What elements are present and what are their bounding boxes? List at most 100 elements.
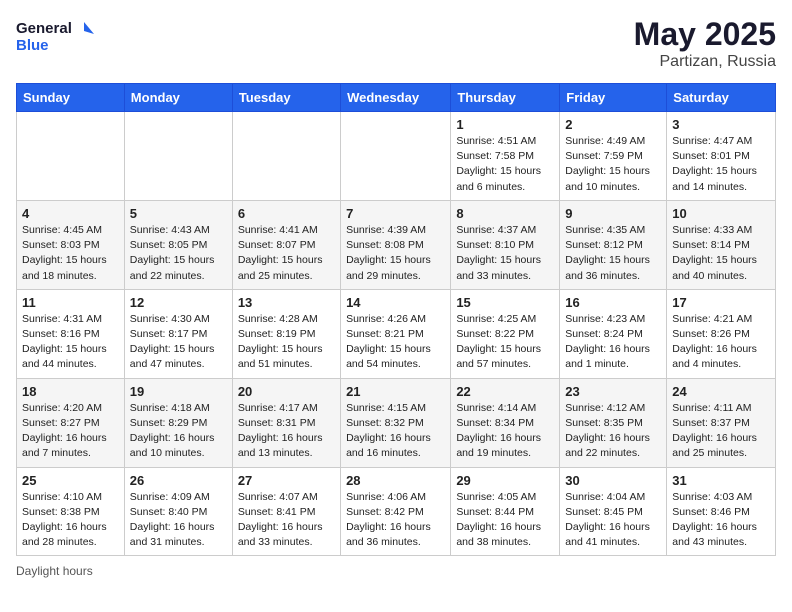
calendar-week-row: 4 Sunrise: 4:45 AM Sunset: 8:03 PM Daylig… xyxy=(17,200,776,289)
day-number: 14 xyxy=(346,295,445,310)
day-number: 24 xyxy=(672,384,770,399)
calendar-day-header: Thursday xyxy=(451,84,560,112)
day-info: Sunrise: 4:39 AM Sunset: 8:08 PM Dayligh… xyxy=(346,223,445,284)
day-number: 30 xyxy=(565,473,661,488)
day-info: Sunrise: 4:25 AM Sunset: 8:22 PM Dayligh… xyxy=(456,312,554,373)
day-number: 19 xyxy=(130,384,227,399)
day-info: Sunrise: 4:09 AM Sunset: 8:40 PM Dayligh… xyxy=(130,490,227,551)
day-number: 29 xyxy=(456,473,554,488)
footer: Daylight hours xyxy=(16,564,776,578)
calendar-cell: 4 Sunrise: 4:45 AM Sunset: 8:03 PM Daylig… xyxy=(17,200,125,289)
calendar-cell xyxy=(124,112,232,201)
daylight-hours-label: Daylight hours xyxy=(16,564,93,578)
calendar-cell: 1 Sunrise: 4:51 AM Sunset: 7:58 PM Daylig… xyxy=(451,112,560,201)
day-info: Sunrise: 4:03 AM Sunset: 8:46 PM Dayligh… xyxy=(672,490,770,551)
day-number: 3 xyxy=(672,117,770,132)
calendar-cell: 5Sunrise: 4:43 AM Sunset: 8:05 PM Daylig… xyxy=(124,200,232,289)
calendar-day-header: Wednesday xyxy=(341,84,451,112)
calendar-cell: 19 Sunrise: 4:18 AM Sunset: 8:29 PM Dayli… xyxy=(124,378,232,467)
day-number: 21 xyxy=(346,384,445,399)
day-number: 6 xyxy=(238,206,335,221)
calendar-header-row: SundayMondayTuesdayWednesdayThursdayFrid… xyxy=(17,84,776,112)
day-info: Sunrise: 4:21 AM Sunset: 8:26 PM Dayligh… xyxy=(672,312,770,373)
day-number: 1 xyxy=(456,117,554,132)
day-info: Sunrise: 4:06 AM Sunset: 8:42 PM Dayligh… xyxy=(346,490,445,551)
calendar-cell: 9Sunrise: 4:35 AM Sunset: 8:12 PM Daylig… xyxy=(560,200,667,289)
day-number: 23 xyxy=(565,384,661,399)
calendar-cell: 22Sunrise: 4:14 AM Sunset: 8:34 PM Dayli… xyxy=(451,378,560,467)
calendar-day-header: Monday xyxy=(124,84,232,112)
day-number: 7 xyxy=(346,206,445,221)
month-title: May 2025 xyxy=(634,16,776,53)
day-info: Sunrise: 4:23 AM Sunset: 8:24 PM Dayligh… xyxy=(565,312,661,373)
day-number: 20 xyxy=(238,384,335,399)
day-info: Sunrise: 4:33 AM Sunset: 8:14 PM Dayligh… xyxy=(672,223,770,284)
day-number: 26 xyxy=(130,473,227,488)
calendar-cell: 27 Sunrise: 4:07 AM Sunset: 8:41 PM Dayli… xyxy=(232,467,340,556)
day-info: Sunrise: 4:04 AM Sunset: 8:45 PM Dayligh… xyxy=(565,490,661,551)
calendar-cell: 31 Sunrise: 4:03 AM Sunset: 8:46 PM Dayli… xyxy=(667,467,776,556)
calendar-week-row: 11Sunrise: 4:31 AM Sunset: 8:16 PM Dayli… xyxy=(17,289,776,378)
day-number: 8 xyxy=(456,206,554,221)
day-number: 5 xyxy=(130,206,227,221)
calendar-cell xyxy=(341,112,451,201)
day-info: Sunrise: 4:35 AM Sunset: 8:12 PM Dayligh… xyxy=(565,223,661,284)
calendar-cell: 17 Sunrise: 4:21 AM Sunset: 8:26 PM Dayli… xyxy=(667,289,776,378)
calendar-day-header: Friday xyxy=(560,84,667,112)
calendar-cell: 2 Sunrise: 4:49 AM Sunset: 7:59 PM Daylig… xyxy=(560,112,667,201)
day-number: 12 xyxy=(130,295,227,310)
logo-svg: General Blue xyxy=(16,16,96,56)
day-info: Sunrise: 4:49 AM Sunset: 7:59 PM Dayligh… xyxy=(565,134,661,195)
day-number: 31 xyxy=(672,473,770,488)
calendar-cell: 14 Sunrise: 4:26 AM Sunset: 8:21 PM Dayli… xyxy=(341,289,451,378)
day-info: Sunrise: 4:07 AM Sunset: 8:41 PM Dayligh… xyxy=(238,490,335,551)
day-number: 10 xyxy=(672,206,770,221)
logo: General Blue xyxy=(16,16,96,56)
day-info: Sunrise: 4:45 AM Sunset: 8:03 PM Dayligh… xyxy=(22,223,119,284)
calendar-cell: 16Sunrise: 4:23 AM Sunset: 8:24 PM Dayli… xyxy=(560,289,667,378)
calendar-cell: 28 Sunrise: 4:06 AM Sunset: 8:42 PM Dayli… xyxy=(341,467,451,556)
svg-text:General: General xyxy=(16,20,72,37)
calendar-day-header: Sunday xyxy=(17,84,125,112)
day-number: 18 xyxy=(22,384,119,399)
day-number: 27 xyxy=(238,473,335,488)
page-header: General Blue May 2025 Partizan, Russia xyxy=(16,16,776,71)
day-info: Sunrise: 4:41 AM Sunset: 8:07 PM Dayligh… xyxy=(238,223,335,284)
day-info: Sunrise: 4:11 AM Sunset: 8:37 PM Dayligh… xyxy=(672,401,770,462)
calendar-cell: 25 Sunrise: 4:10 AM Sunset: 8:38 PM Dayli… xyxy=(17,467,125,556)
calendar-cell: 26 Sunrise: 4:09 AM Sunset: 8:40 PM Dayli… xyxy=(124,467,232,556)
location: Partizan, Russia xyxy=(634,53,776,71)
day-info: Sunrise: 4:51 AM Sunset: 7:58 PM Dayligh… xyxy=(456,134,554,195)
day-number: 28 xyxy=(346,473,445,488)
day-info: Sunrise: 4:26 AM Sunset: 8:21 PM Dayligh… xyxy=(346,312,445,373)
day-number: 4 xyxy=(22,206,119,221)
day-number: 25 xyxy=(22,473,119,488)
day-number: 2 xyxy=(565,117,661,132)
day-info: Sunrise: 4:20 AM Sunset: 8:27 PM Dayligh… xyxy=(22,401,119,462)
calendar-cell: 7 Sunrise: 4:39 AM Sunset: 8:08 PM Daylig… xyxy=(341,200,451,289)
calendar-cell: 8Sunrise: 4:37 AM Sunset: 8:10 PM Daylig… xyxy=(451,200,560,289)
day-info: Sunrise: 4:18 AM Sunset: 8:29 PM Dayligh… xyxy=(130,401,227,462)
day-info: Sunrise: 4:10 AM Sunset: 8:38 PM Dayligh… xyxy=(22,490,119,551)
day-info: Sunrise: 4:28 AM Sunset: 8:19 PM Dayligh… xyxy=(238,312,335,373)
calendar-table: SundayMondayTuesdayWednesdayThursdayFrid… xyxy=(16,83,776,556)
day-info: Sunrise: 4:15 AM Sunset: 8:32 PM Dayligh… xyxy=(346,401,445,462)
calendar-day-header: Saturday xyxy=(667,84,776,112)
calendar-cell: 29Sunrise: 4:05 AM Sunset: 8:44 PM Dayli… xyxy=(451,467,560,556)
day-number: 17 xyxy=(672,295,770,310)
calendar-cell: 24 Sunrise: 4:11 AM Sunset: 8:37 PM Dayli… xyxy=(667,378,776,467)
calendar-day-header: Tuesday xyxy=(232,84,340,112)
calendar-cell: 6 Sunrise: 4:41 AM Sunset: 8:07 PM Daylig… xyxy=(232,200,340,289)
calendar-cell: 18 Sunrise: 4:20 AM Sunset: 8:27 PM Dayli… xyxy=(17,378,125,467)
calendar-cell: 12Sunrise: 4:30 AM Sunset: 8:17 PM Dayli… xyxy=(124,289,232,378)
day-number: 13 xyxy=(238,295,335,310)
calendar-cell: 30 Sunrise: 4:04 AM Sunset: 8:45 PM Dayli… xyxy=(560,467,667,556)
day-info: Sunrise: 4:12 AM Sunset: 8:35 PM Dayligh… xyxy=(565,401,661,462)
svg-text:Blue: Blue xyxy=(16,37,49,54)
day-number: 15 xyxy=(456,295,554,310)
day-info: Sunrise: 4:17 AM Sunset: 8:31 PM Dayligh… xyxy=(238,401,335,462)
calendar-cell xyxy=(17,112,125,201)
calendar-cell: 10 Sunrise: 4:33 AM Sunset: 8:14 PM Dayli… xyxy=(667,200,776,289)
calendar-cell: 20 Sunrise: 4:17 AM Sunset: 8:31 PM Dayli… xyxy=(232,378,340,467)
calendar-cell: 3Sunrise: 4:47 AM Sunset: 8:01 PM Daylig… xyxy=(667,112,776,201)
